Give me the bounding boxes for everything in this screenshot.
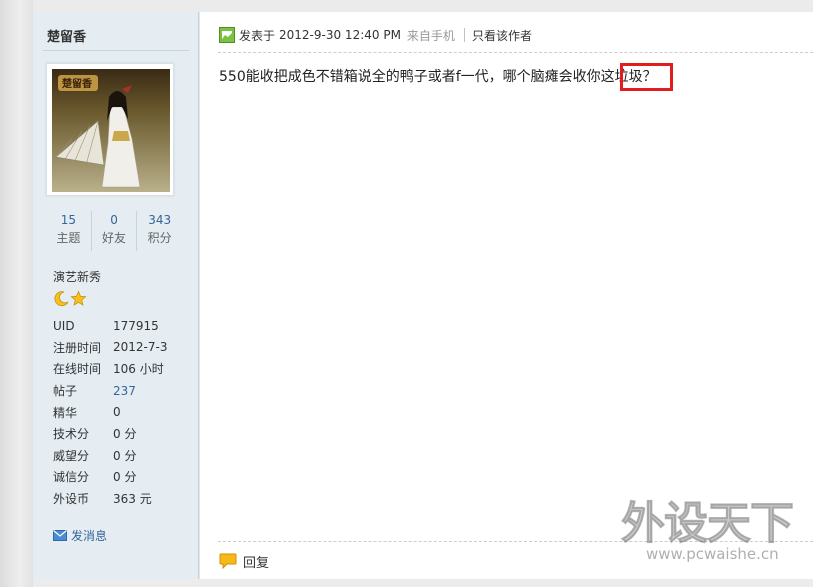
info-key: UID — [53, 318, 75, 333]
stat-threads-label: 主题 — [56, 231, 81, 245]
header-divider — [463, 28, 465, 42]
rank-icons — [53, 289, 87, 307]
reply-label: 回复 — [243, 555, 270, 571]
post-datetime: 2012-9-30 12:40 PM — [279, 28, 401, 42]
stat-points-value: 343 — [148, 213, 172, 227]
info-row-tech-points: 技术分 0 分 — [53, 423, 193, 445]
info-row-uid: UID 177915 — [53, 315, 193, 337]
send-message-label: 发消息 — [71, 529, 108, 543]
posts-count-link[interactable]: 237 — [113, 384, 136, 398]
watermark-title: 外设天下 — [621, 498, 795, 550]
info-row-register-date: 注册时间 2012-7-3 — [53, 337, 193, 359]
posted-label: 发表于 — [239, 28, 276, 43]
info-key: 诚信分 — [53, 470, 90, 485]
info-row-online-time: 在线时间 106 小时 — [53, 358, 193, 380]
page-background-bottom — [33, 579, 813, 587]
author-name[interactable]: 楚留香 — [47, 26, 86, 45]
info-value: 0 — [113, 405, 121, 420]
watermark-url: www.pcwaishe.cn — [646, 545, 779, 563]
speech-bubble-icon — [219, 553, 237, 569]
green-post-icon — [219, 27, 235, 43]
post-header: 发表于 2012-9-30 12:40 PM 来自手机 只看该作者 — [219, 25, 532, 45]
info-key: 在线时间 — [53, 362, 102, 377]
stat-threads-value: 15 — [60, 213, 76, 227]
info-key: 技术分 — [53, 427, 90, 442]
info-value: 0 分 — [113, 470, 137, 485]
author-stats: 15 主题 0 好友 343 积分 — [46, 211, 182, 251]
header-separator — [218, 52, 813, 53]
info-key: 注册时间 — [53, 340, 102, 355]
info-value: 106 小时 — [113, 362, 164, 377]
info-row-prestige: 威望分 0 分 — [53, 445, 193, 467]
sidebar-divider — [43, 50, 189, 51]
star-icon — [70, 289, 87, 306]
stat-points[interactable]: 343 积分 — [137, 211, 182, 251]
post-source[interactable]: 来自手机 — [407, 27, 455, 44]
author-sidebar: 楚留香 楚留香 15 主题 0 好友 343 积分 演艺新秀 UID 17791… — [33, 12, 199, 579]
info-key: 精华 — [53, 405, 78, 420]
highlight-box — [620, 63, 673, 91]
info-key: 威望分 — [53, 448, 90, 463]
info-value: 0 分 — [113, 427, 137, 442]
only-author-link[interactable]: 只看该作者 — [472, 27, 532, 44]
page-background-left — [0, 0, 33, 587]
send-message-link[interactable]: 发消息 — [53, 527, 107, 544]
watermark: 外设天下 www.pcwaishe.cn — [621, 487, 801, 577]
info-row-coins: 外设币 363 元 — [53, 488, 193, 510]
info-row-digest: 精华 0 — [53, 401, 193, 423]
avatar[interactable]: 楚留香 — [46, 63, 174, 196]
stat-friends-value: 0 — [110, 213, 118, 227]
author-info: UID 177915 注册时间 2012-7-3 在线时间 106 小时 帖子 … — [53, 315, 193, 509]
info-value: 2012-7-3 — [113, 340, 168, 355]
stat-points-label: 积分 — [147, 231, 172, 245]
post-body: 550能收把成色不错箱说全的鸭子或者f一代，哪个脑瘫会收你这垃圾？ — [219, 69, 657, 85]
reply-button[interactable]: 回复 — [219, 552, 270, 571]
info-key: 帖子 — [53, 384, 78, 399]
stat-threads[interactable]: 15 主题 — [46, 211, 92, 251]
info-value: 177915 — [113, 318, 159, 333]
info-value: 0 分 — [113, 448, 137, 463]
page-background-top — [33, 0, 813, 12]
user-rank: 演艺新秀 — [53, 270, 102, 284]
info-row-credit: 诚信分 0 分 — [53, 466, 193, 488]
stat-friends-label: 好友 — [102, 231, 127, 245]
avatar-image: 楚留香 — [52, 69, 170, 192]
info-value: 363 元 — [113, 492, 152, 507]
stat-friends[interactable]: 0 好友 — [92, 211, 138, 251]
envelope-icon — [53, 530, 67, 541]
info-row-posts: 帖子 237 — [53, 380, 193, 402]
svg-text:楚留香: 楚留香 — [61, 77, 92, 90]
moon-icon — [54, 290, 69, 306]
info-key: 外设币 — [53, 492, 90, 507]
